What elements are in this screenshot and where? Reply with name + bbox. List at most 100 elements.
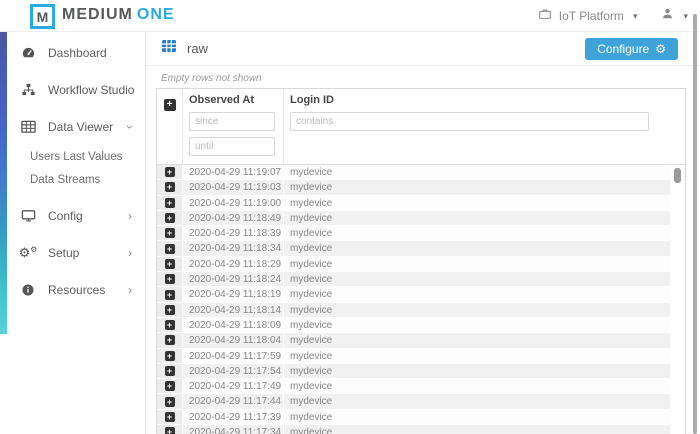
expand-row-button[interactable]: + — [165, 412, 175, 422]
expand-row-button[interactable]: + — [165, 351, 175, 361]
user-icon[interactable] — [661, 7, 674, 25]
row-gutter — [670, 410, 685, 425]
data-table: + Observed At Login ID + — [156, 88, 686, 434]
sidebar-item-label: Resources — [48, 283, 105, 297]
expand-row-button[interactable]: + — [165, 305, 175, 315]
table-row: + 2020-04-29 11:18:39 mydevice — [157, 226, 685, 241]
page-header: raw Configure — [147, 32, 700, 66]
login-id-cell: mydevice — [284, 333, 670, 348]
row-gutter — [670, 226, 685, 241]
brand-name-primary: MEDIUM — [62, 6, 133, 23]
table-scrollbar-thumb[interactable] — [674, 168, 681, 183]
observed-at-cell: 2020-04-29 11:18:34 — [183, 241, 284, 256]
expand-cell: + — [157, 211, 183, 226]
user-menu-caret-icon[interactable] — [683, 11, 688, 22]
expand-row-button[interactable]: + — [165, 290, 175, 300]
monitor-icon — [20, 208, 36, 223]
login-id-cell: mydevice — [284, 364, 670, 379]
contains-filter-input[interactable] — [290, 112, 649, 131]
expand-row-button[interactable]: + — [165, 320, 175, 330]
login-id-cell: mydevice — [284, 241, 670, 256]
since-filter-input[interactable] — [189, 112, 275, 131]
expand-row-button[interactable]: + — [165, 381, 175, 391]
observed-at-cell: 2020-04-29 11:18:04 — [183, 333, 284, 348]
expand-cell: + — [157, 303, 183, 318]
expand-row-button[interactable]: + — [165, 213, 175, 223]
sidebar-item-config[interactable]: Config — [0, 197, 145, 234]
table-row: + 2020-04-29 11:18:09 mydevice — [157, 318, 685, 333]
table-row: + 2020-04-29 11:18:19 mydevice — [157, 287, 685, 302]
observed-at-cell: 2020-04-29 11:18:09 — [183, 318, 284, 333]
table-rows: + 2020-04-29 11:19:07 mydevice + 2020-04… — [157, 165, 685, 434]
sidebar-item-data-viewer[interactable]: Data Viewer — [0, 108, 145, 145]
sidebar-item-label: Data Viewer — [48, 120, 113, 134]
expand-all-button[interactable]: + — [164, 99, 176, 111]
observed-at-cell: 2020-04-29 11:18:29 — [183, 257, 284, 272]
expand-cell: + — [157, 394, 183, 409]
observed-at-cell: 2020-04-29 11:17:39 — [183, 410, 284, 425]
platform-selector[interactable]: IoT Platform — [559, 9, 624, 23]
table-row: + 2020-04-29 11:18:24 mydevice — [157, 272, 685, 287]
login-id-cell: mydevice — [284, 226, 670, 241]
until-filter-input[interactable] — [189, 137, 275, 156]
observed-at-cell: 2020-04-29 11:18:19 — [183, 287, 284, 302]
login-id-cell: mydevice — [284, 272, 670, 287]
login-id-cell: mydevice — [284, 349, 670, 364]
expand-cell: + — [157, 272, 183, 287]
expand-cell: + — [157, 226, 183, 241]
expand-cell: + — [157, 425, 183, 434]
brand-name: MEDIUMONE — [62, 6, 175, 24]
table-row: + 2020-04-29 11:19:07 mydevice — [157, 165, 685, 180]
sidebar-item-users-last-values[interactable]: Users Last Values — [0, 145, 145, 168]
gear-icon — [655, 42, 666, 56]
sidebar-item-dashboard[interactable]: Dashboard — [0, 34, 145, 71]
observed-at-cell: 2020-04-29 11:18:49 — [183, 211, 284, 226]
configure-button-label: Configure — [597, 42, 649, 56]
sidebar-item-data-streams[interactable]: Data Streams — [0, 168, 145, 191]
login-id-cell: mydevice — [284, 379, 670, 394]
table-row: + 2020-04-29 11:17:49 mydevice — [157, 379, 685, 394]
sidebar-item-setup[interactable]: ⚙⚙ Setup — [0, 234, 145, 271]
expand-row-button[interactable]: + — [165, 244, 175, 254]
gears-icon: ⚙⚙ — [20, 246, 36, 259]
login-id-cell: mydevice — [284, 318, 670, 333]
login-id-cell: mydevice — [284, 180, 670, 195]
login-id-cell: mydevice — [284, 303, 670, 318]
observed-at-cell: 2020-04-29 11:17:44 — [183, 394, 284, 409]
expand-row-button[interactable]: + — [165, 427, 175, 434]
expand-row-button[interactable]: + — [165, 228, 175, 238]
expand-row-button[interactable]: + — [165, 366, 175, 376]
table-row: + 2020-04-29 11:19:00 mydevice — [157, 196, 685, 211]
table-row: + 2020-04-29 11:17:34 mydevice — [157, 425, 685, 434]
row-gutter — [670, 394, 685, 409]
table-row: + 2020-04-29 11:18:34 mydevice — [157, 241, 685, 256]
observed-at-cell: 2020-04-29 11:17:59 — [183, 349, 284, 364]
expand-row-button[interactable]: + — [165, 167, 175, 177]
table-row: + 2020-04-29 11:17:39 mydevice — [157, 410, 685, 425]
expand-row-button[interactable]: + — [165, 259, 175, 269]
expand-cell: + — [157, 287, 183, 302]
row-gutter — [670, 196, 685, 211]
platform-caret-icon[interactable] — [633, 11, 638, 22]
top-bar: M MEDIUMONE IoT Platform — [0, 0, 700, 32]
expand-cell: + — [157, 257, 183, 272]
brand-logo[interactable]: M — [30, 4, 55, 29]
configure-button[interactable]: Configure — [585, 38, 678, 60]
expand-cell: + — [157, 165, 183, 180]
observed-at-cell: 2020-04-29 11:19:00 — [183, 196, 284, 211]
table-row: + 2020-04-29 11:17:54 mydevice — [157, 364, 685, 379]
sidebar-item-resources[interactable]: Resources — [0, 271, 145, 308]
expand-row-button[interactable]: + — [165, 182, 175, 192]
table-row: + 2020-04-29 11:17:44 mydevice — [157, 394, 685, 409]
expand-row-button[interactable]: + — [165, 198, 175, 208]
sidebar-accent-strip — [0, 32, 7, 334]
expand-row-button[interactable]: + — [165, 274, 175, 284]
expand-cell: + — [157, 180, 183, 195]
login-id-cell: mydevice — [284, 211, 670, 226]
main-content: raw Configure Empty rows not shown + Obs… — [147, 32, 700, 434]
sidebar-item-workflow-studio[interactable]: Workflow Studio — [0, 71, 145, 108]
page-scrollbar[interactable] — [693, 14, 697, 434]
expand-row-button[interactable]: + — [165, 397, 175, 407]
expand-row-button[interactable]: + — [165, 335, 175, 345]
observed-at-cell: 2020-04-29 11:18:39 — [183, 226, 284, 241]
